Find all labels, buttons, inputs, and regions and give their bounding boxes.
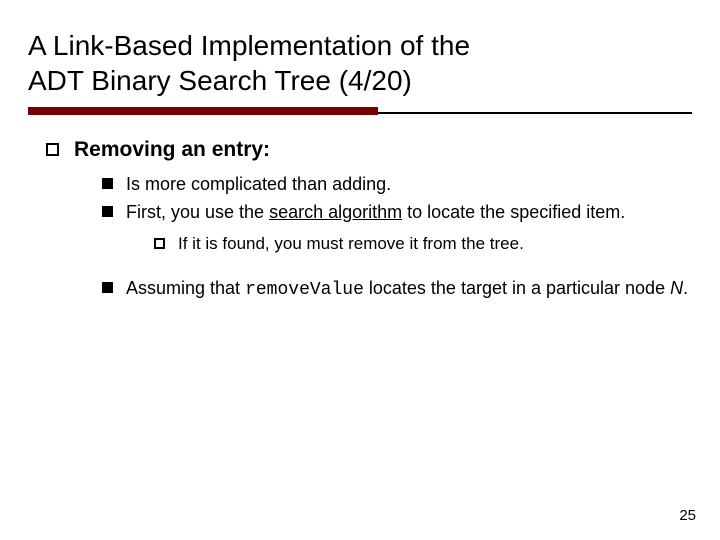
- subbullet-2: First, you use the search algorithm to l…: [102, 200, 692, 255]
- bullet-1-text: Removing an entry:: [74, 138, 270, 161]
- title-rule: [28, 106, 692, 116]
- bullet-1-tail: :: [263, 138, 270, 161]
- subbullet-3-c: .: [683, 278, 688, 298]
- subbullet-3: Assuming that removeValue locates the ta…: [102, 276, 692, 302]
- subbullet-1-text: Is more complicated than adding.: [126, 174, 391, 194]
- subsubbullet-1: If it is found, you must remove it from …: [154, 233, 692, 256]
- bullet-1-strong: Removing an entry: [74, 138, 263, 161]
- title-line-2: ADT Binary Search Tree (4/20): [28, 65, 412, 96]
- bullet-1: Removing an entry: Is more complicated t…: [46, 138, 692, 302]
- sublist-1: Is more complicated than adding. First, …: [74, 172, 692, 302]
- subsubbullet-1-text: If it is found, you must remove it from …: [178, 234, 524, 253]
- bullet-list: Removing an entry: Is more complicated t…: [28, 138, 692, 302]
- subbullet-3-b: locates the target in a particular node: [364, 278, 670, 298]
- page-number: 25: [679, 507, 696, 524]
- subsublist-1: If it is found, you must remove it from …: [126, 233, 692, 256]
- subbullet-1: Is more complicated than adding.: [102, 172, 692, 196]
- subbullet-2-b: to locate the specified item.: [402, 202, 625, 222]
- subbullet-2-a: First, you use the: [126, 202, 269, 222]
- title-line-1: A Link-Based Implementation of the: [28, 30, 470, 61]
- subbullet-3-italic: N: [670, 278, 683, 298]
- subbullet-2-underline: search algorithm: [269, 202, 402, 222]
- slide: A Link-Based Implementation of the ADT B…: [0, 0, 720, 540]
- slide-title: A Link-Based Implementation of the ADT B…: [28, 28, 692, 98]
- subbullet-3-a: Assuming that: [126, 278, 245, 298]
- rule-thick: [28, 107, 378, 115]
- subbullet-3-code: removeValue: [245, 280, 364, 300]
